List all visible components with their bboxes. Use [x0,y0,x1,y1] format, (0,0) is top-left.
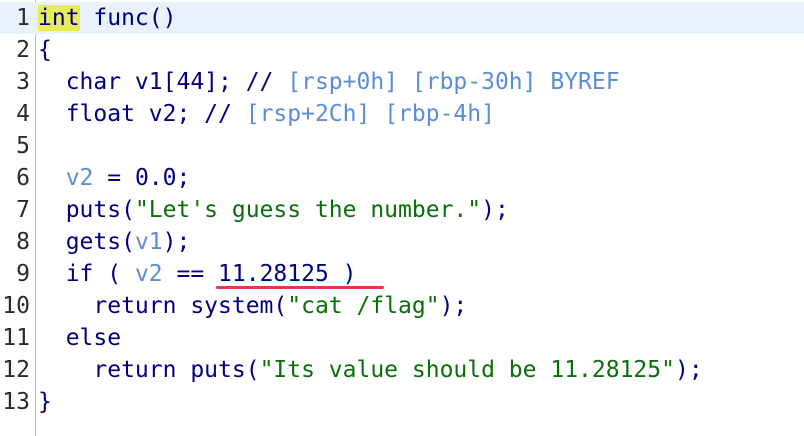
code-token: [rsp+0h] [rbp-30h] [287,69,537,95]
line-number: 10 [2,293,30,319]
code-token: ); [674,357,703,383]
line-number: 11 [2,325,30,351]
code-token: ); [439,293,468,319]
code-token: ); [162,229,191,255]
code-token: "Let's guess the number." [134,197,482,223]
line-number: 12 [2,357,30,383]
code-token: v1 [134,229,163,255]
code-token: [rsp+2Ch] [rbp-4h] [245,101,495,127]
code-token: == 11.28125 ) [162,261,357,287]
code-line[interactable]: 6 v2 = 0.0; [0,162,804,194]
code-token: = 0.0; [93,165,191,191]
code-line[interactable]: 2{ [0,34,804,66]
code-editor[interactable]: 1 int func() 2{3 char v1[44]; // [rsp+0h] … [0,0,804,436]
code-text: { [38,34,52,66]
line-number: 1 [16,5,30,31]
code-token: char v1[44]; // [38,69,288,95]
line-number: 13 [2,389,30,415]
code-line[interactable]: 5 [0,130,804,162]
code-line[interactable]: 9 if ( v2 == 11.28125 ) [0,258,804,290]
line-number: 9 [16,261,30,287]
code-text: float v2; // [rsp+2Ch] [rbp-4h] [38,98,495,130]
code-text: if ( v2 == 11.28125 ) [38,258,357,290]
code-text: int func() [38,2,176,34]
code-line[interactable]: 13} [0,386,804,418]
code-text: v2 = 0.0; [38,162,191,194]
code-text: } [38,386,52,418]
code-token: BYREF [550,69,620,95]
code-token: } [38,389,52,415]
code-text: char v1[44]; // [rsp+0h] [rbp-30h] BYREF [38,66,620,98]
code-token: { [38,37,52,63]
line-number: 5 [16,133,30,159]
code-token: v2 [134,261,163,287]
code-line[interactable]: 7 puts("Let's guess the number."); [0,194,804,226]
code-text: puts("Let's guess the number."); [38,194,509,226]
code-token: int [38,5,80,31]
code-token: "cat /flag" [287,293,440,319]
line-number: 4 [16,101,30,127]
code-line[interactable]: 3 char v1[44]; // [rsp+0h] [rbp-30h] BYR… [0,66,804,98]
code-token: gets( [38,229,135,255]
line-number: 2 [16,37,30,63]
code-line[interactable]: 8 gets(v1); [0,226,804,258]
code-line[interactable]: 1 int func() [0,2,804,34]
code-token: else [38,325,122,351]
code-text: return puts("Its value should be 11.2812… [38,354,703,386]
code-line[interactable]: 11 else [0,322,804,354]
line-number: 6 [16,165,30,191]
code-token: func() [79,5,177,31]
code-text: return system("cat /flag"); [38,290,467,322]
code-token: ); [481,197,509,223]
code-line[interactable]: 10 return system("cat /flag"); [0,290,804,322]
code-line[interactable]: 12 return puts("Its value should be 11.2… [0,354,804,386]
code-token: return system( [38,293,288,319]
line-number: 8 [16,229,30,255]
line-number: 3 [16,69,30,95]
code-line[interactable]: 4 float v2; // [rsp+2Ch] [rbp-4h] [0,98,804,130]
code-text: else [38,322,121,354]
line-number: 7 [16,197,30,223]
code-text: gets(v1); [38,226,191,258]
code-token: return puts( [38,357,260,383]
code-token: puts( [38,197,135,223]
code-token: v2 [65,165,94,191]
code-token: float v2; // [38,101,246,127]
code-token: if ( [38,261,135,287]
code-token: "Its value should be 11.28125" [259,357,675,383]
